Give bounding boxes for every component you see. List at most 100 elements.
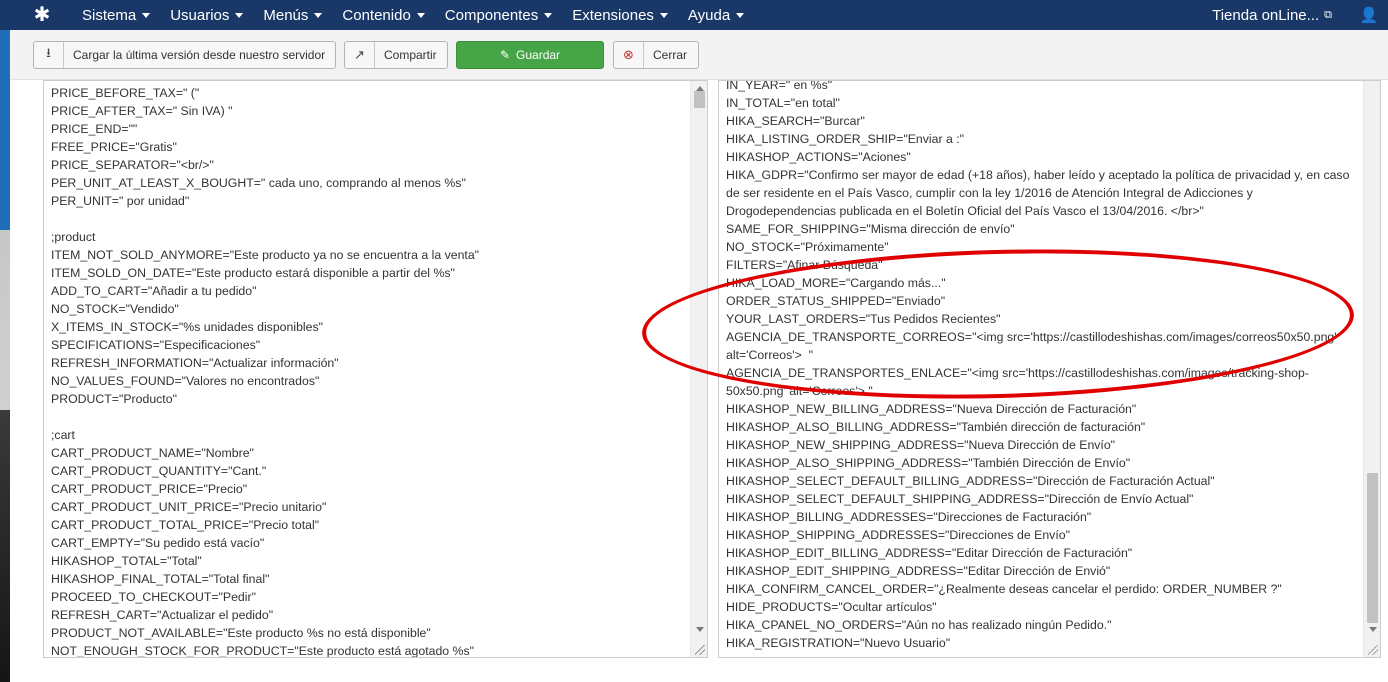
editor-line: HIKASHOP_NEW_SHIPPING_ADDRESS="Nueva Dir… [726,438,1116,452]
joomla-logo-icon[interactable]: ✱ [30,3,54,27]
editor-line: NO_VALUES_FOUND="Valores no encontrados" [51,374,320,388]
editor-line: HIDE_PRODUCTS="Ocultar artículos" [726,600,937,614]
editor-line: HIKA_LISTING_ORDER_SHIP="Enviar a :" [726,132,965,146]
menu-contenido[interactable]: Contenido [332,0,434,30]
editor-line: HIKASHOP_ALSO_SHIPPING_ADDRESS="También … [726,456,1131,470]
site-link[interactable]: Tienda onLine... ⧉ [1212,7,1332,24]
editor-line: NO_STOCK="Vendido" [51,302,179,316]
editor-line: HIKA_SEARCH="Burcar" [726,114,865,128]
load-latest-button[interactable]: ⭳ Cargar la última versión desde nuestro… [33,41,336,69]
editor-line: HIKASHOP_ALSO_BILLING_ADDRESS="También d… [726,420,1146,434]
editor-line: PRICE_END="" [51,122,138,136]
editor-line: HIKASHOP_SELECT_DEFAULT_SHIPPING_ADDRESS… [726,492,1194,506]
editor-line: HIKASHOP_FINAL_TOTAL="Total final" [51,572,270,586]
editor-line: PRICE_AFTER_TAX=" Sin IVA) " [51,104,233,118]
editor-line: HIKA_REGISTRATION="Nuevo Usuario" [726,636,951,650]
close-label: Cerrar [653,48,688,62]
editor-line: HIKASHOP_SHIPPING_ADDRESSES="Direcciones… [726,528,1070,542]
editor-line: HIKASHOP_EDIT_SHIPPING_ADDRESS="Editar D… [726,564,1111,578]
menu-label: Ayuda [687,6,731,24]
navbar-right: Tienda onLine... ⧉ 👤 [1212,0,1388,30]
editor-line: HIKASHOP_NEW_BILLING_ADDRESS="Nueva Dire… [726,402,1137,416]
editor-line: PRICE_BEFORE_TAX=" (" [51,86,200,100]
caret-down-icon [736,12,745,18]
right-scrollbar[interactable] [1363,81,1380,657]
editor-line: HIKA_CONFIRM_CANCEL_ORDER="¿Realmente de… [726,582,1282,596]
editor-line: CART_EMPTY="Su pedido está vacío" [51,536,265,550]
editor-line: HIKA_GDPR="Confirmo ser mayor de edad (+… [726,168,1353,218]
load-latest-label: Cargar la última versión desde nuestro s… [73,48,326,62]
editor-line: SPECIFICATIONS="Especificaciones" [51,338,261,352]
editor-line: X_ITEMS_IN_STOCK="%s unidades disponible… [51,320,323,334]
share-label: Compartir [384,48,437,62]
menu-menus[interactable]: Menús [253,0,332,30]
scroll-down-icon[interactable] [696,627,704,632]
editor-line: HIKASHOP_ACTIONS="Aciones" [726,150,911,164]
desktop-background [0,30,10,682]
left-editor-text[interactable]: PRICE_BEFORE_TAX=" (" PRICE_AFTER_TAX=" S… [51,84,687,658]
editor-line: HIKASHOP_BILLING_ADDRESSES="Direcciones … [726,510,1092,524]
menu-label: Componentes [444,6,539,24]
menu-usuarios[interactable]: Usuarios [160,0,253,30]
close-circle-icon: ⊗ [614,42,644,68]
editor-line: HIKASHOP_TOTAL="Total" [51,554,202,568]
editor-line: REFRESH_INFORMATION="Actualizar informac… [51,356,339,370]
user-icon[interactable]: 👤 [1354,6,1384,24]
editor-line: CART_PRODUCT_PRICE="Precio" [51,482,248,496]
editor-line: HIKASHOP_SELECT_DEFAULT_BILLING_ADDRESS=… [726,474,1215,488]
editor-line: CART_PRODUCT_UNIT_PRICE="Precio unitario… [51,500,327,514]
scroll-down-icon[interactable] [1369,627,1377,632]
editor-line: PRICE_SEPARATOR="<br/>" [51,158,214,172]
menu-label: Sistema [82,6,137,24]
editor-line: FREE_PRICE="Gratis" [51,140,177,154]
share-button[interactable]: ↗ Compartir [344,41,448,69]
editor-line: PRODUCT_NOT_AVAILABLE="Este producto %s … [51,626,431,640]
caret-down-icon [416,12,425,18]
caret-down-icon [235,12,244,18]
external-link-icon: ⧉ [1324,8,1332,21]
resize-grip-icon[interactable] [1368,645,1378,655]
menu-componentes[interactable]: Componentes [435,0,562,30]
menu-label: Usuarios [170,6,230,24]
editor-line: CART_PRODUCT_TOTAL_PRICE="Precio total" [51,518,320,532]
site-name: Tienda onLine... [1212,6,1320,24]
resize-grip-icon[interactable] [695,645,705,655]
share-icon: ↗ [345,42,375,68]
editor-line: IN_TOTAL="en total" [726,96,840,110]
toolbar: ⭳ Cargar la última versión desde nuestro… [10,30,1388,80]
editor-line: PRODUCT="Producto" [51,392,177,406]
menu-label: Extensiones [572,6,654,24]
editor-line: ITEM_SOLD_ON_DATE="Este producto estará … [51,266,455,280]
menu-label: Contenido [342,6,411,24]
caret-down-icon [544,12,553,18]
caret-down-icon [314,12,323,18]
editor-line: ITEM_NOT_SOLD_ANYMORE="Este producto ya … [51,248,480,262]
editor-line: SAME_FOR_SHIPPING="Misma dirección de en… [726,222,1015,236]
editor-line: CART_PRODUCT_QUANTITY="Cant." [51,464,267,478]
menu-ayuda[interactable]: Ayuda [678,0,754,30]
editor-line: IN_YEAR=" en %s" [726,80,833,92]
editor-line: HIKASHOP_EDIT_BILLING_ADDRESS="Editar Di… [726,546,1133,560]
editor-line: ;cart [51,428,75,442]
menu-label: Menús [263,6,309,24]
editor-line: HIKA_CPANEL_NO_ORDERS="Aún no has realiz… [726,618,1112,632]
edit-icon: ✎ [499,48,511,62]
editor-line: CART_PRODUCT_NAME="Nombre" [51,446,254,460]
editor-line: REFRESH_CART="Actualizar el pedido" [51,608,274,622]
editor-line: NOT_ENOUGH_STOCK_FOR_PRODUCT="Este produ… [51,644,474,658]
left-language-editor[interactable]: PRICE_BEFORE_TAX=" (" PRICE_AFTER_TAX=" S… [43,80,708,658]
caret-down-icon [142,12,151,18]
close-button[interactable]: ⊗ Cerrar [613,41,699,69]
editor-line: PROCEED_TO_CHECKOUT="Pedir" [51,590,256,604]
menu-extensiones[interactable]: Extensiones [562,0,678,30]
download-icon: ⭳ [34,42,64,68]
save-label: Guardar [516,48,561,62]
right-scroll-thumb[interactable] [1367,473,1378,623]
menu-sistema[interactable]: Sistema [72,0,160,30]
admin-navbar: ✱ Sistema Usuarios Menús Contenido Compo… [0,0,1388,30]
editor-line: ;product [51,230,96,244]
left-scroll-thumb[interactable] [694,91,705,108]
save-button[interactable]: ✎ Guardar [456,41,604,69]
